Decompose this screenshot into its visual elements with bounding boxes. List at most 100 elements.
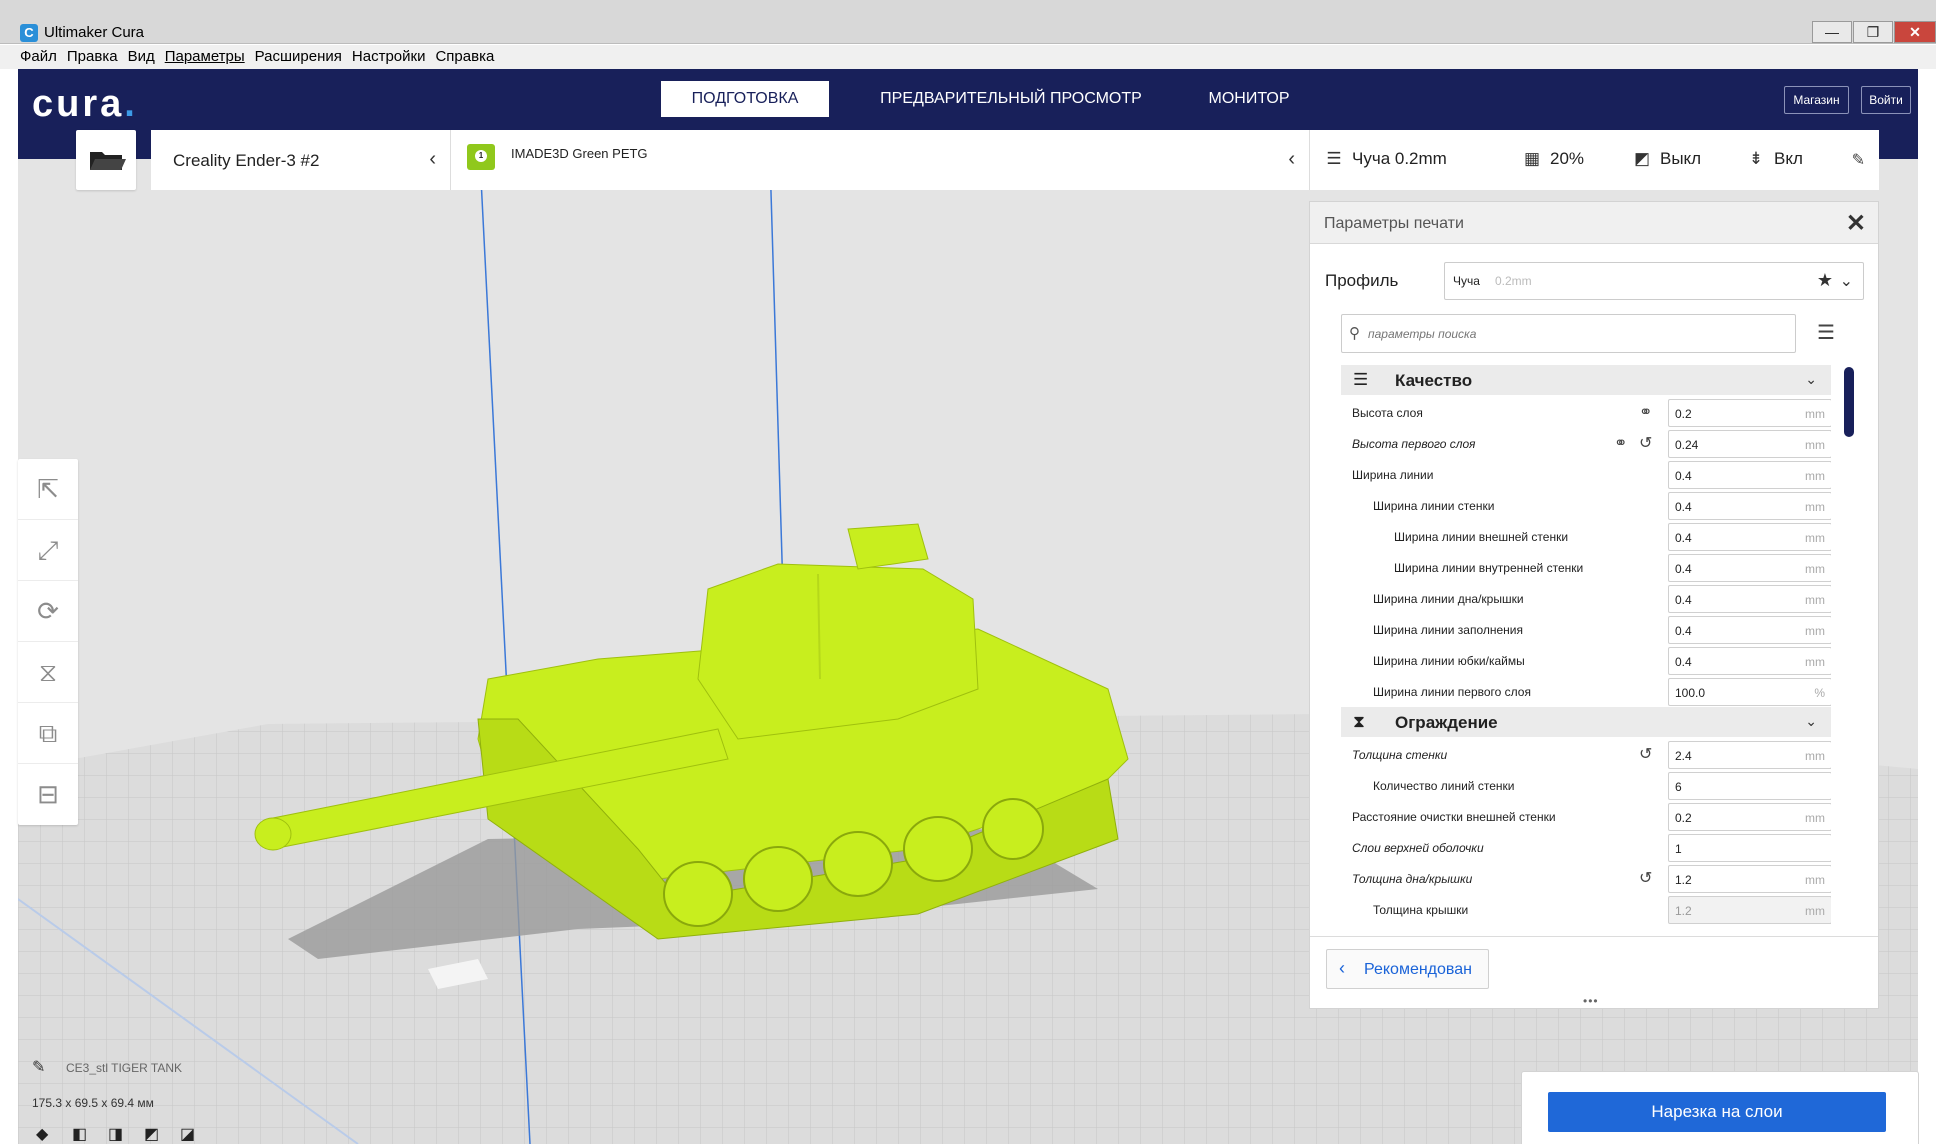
- search-input[interactable]: [1368, 323, 1788, 345]
- setting-value-field[interactable]: 0.4 mm: [1668, 616, 1831, 644]
- open-file-button[interactable]: [76, 130, 136, 190]
- cura-logo-dot: .: [124, 83, 138, 125]
- setting-unit: mm: [1805, 873, 1825, 887]
- recommended-label: Рекомендован: [1364, 961, 1472, 978]
- reset-icon[interactable]: ↺: [1639, 433, 1652, 453]
- star-icon[interactable]: ★: [1817, 270, 1833, 291]
- setting-label: Толщина крышки: [1373, 903, 1469, 917]
- setting-value-field: 1.2 mm: [1668, 896, 1831, 924]
- printer-selector[interactable]: Creality Ender-3 #2 ‹: [151, 130, 451, 190]
- printer-name: Creality Ender-3 #2: [173, 151, 320, 170]
- hamburger-menu-icon[interactable]: ☰: [1817, 320, 1835, 345]
- setting-value-field[interactable]: 1: [1668, 834, 1831, 862]
- setting-label: Расстояние очистки внешней стенки: [1352, 810, 1556, 824]
- setting-label: Слои верхней оболочки: [1352, 841, 1484, 855]
- setting-value: 0.4: [1675, 624, 1692, 638]
- setting-value-field[interactable]: 6: [1668, 772, 1831, 800]
- link-icon[interactable]: ⚭: [1639, 402, 1652, 422]
- material-selector[interactable]: 1 IMADE3D Green PETG ‹: [451, 130, 1309, 190]
- move-tool-icon[interactable]: ⇱: [18, 459, 78, 520]
- mirror-tool-icon[interactable]: ⧖: [18, 642, 78, 703]
- setting-row: Количество линий стенки 6: [1341, 770, 1831, 801]
- setting-value-field[interactable]: 0.4 mm: [1668, 492, 1831, 520]
- menu-file[interactable]: Файл: [20, 45, 57, 69]
- close-icon[interactable]: ✕: [1846, 209, 1866, 238]
- setting-value-field[interactable]: 0.4 mm: [1668, 523, 1831, 551]
- setting-unit: mm: [1805, 624, 1825, 638]
- setting-unit: mm: [1805, 811, 1825, 825]
- setting-value-field[interactable]: 0.4 mm: [1668, 461, 1831, 489]
- extruder-badge-icon: 1: [467, 144, 495, 170]
- setting-value-field[interactable]: 1.2 mm: [1668, 865, 1831, 893]
- tab-monitor[interactable]: МОНИТОР: [1184, 81, 1314, 117]
- print-settings-panel: Параметры печати ✕ Профиль Чуча 0.2mm ★ …: [1309, 201, 1879, 1009]
- setting-label: Высота первого слоя: [1352, 437, 1476, 451]
- panel-resize-handle[interactable]: •••: [1583, 994, 1599, 1008]
- close-window-button[interactable]: ✕: [1894, 21, 1936, 43]
- recommended-button[interactable]: ‹ Рекомендован: [1326, 949, 1489, 989]
- setting-row: Ширина линии юбки/каймы 0.4 mm: [1341, 645, 1831, 676]
- menu-preferences[interactable]: Настройки: [352, 45, 426, 69]
- reset-icon[interactable]: ↺: [1639, 744, 1652, 764]
- setting-unit: mm: [1805, 469, 1825, 483]
- pencil-icon[interactable]: ✎: [1852, 150, 1865, 170]
- link-icon[interactable]: ⚭: [1614, 433, 1627, 453]
- road-wheel: [743, 846, 813, 912]
- tab-preview[interactable]: ПРЕДВАРИТЕЛЬНЫЙ ПРОСМОТР: [861, 81, 1161, 117]
- view-front-icon[interactable]: ◧: [72, 1124, 92, 1143]
- tank-muzzle-brake: [254, 817, 292, 851]
- category-quality[interactable]: ☰ Качество ⌄: [1341, 365, 1831, 395]
- menu-view[interactable]: Вид: [128, 45, 155, 69]
- setting-value-field[interactable]: 0.4 mm: [1668, 585, 1831, 613]
- scale-tool-icon[interactable]: ⤢: [18, 520, 78, 581]
- setting-value-field[interactable]: 0.4 mm: [1668, 647, 1831, 675]
- settings-search[interactable]: ⚲: [1341, 314, 1796, 353]
- menu-settings[interactable]: Параметры: [165, 45, 245, 69]
- setting-unit: mm: [1805, 904, 1825, 918]
- pencil-icon[interactable]: ✎: [32, 1059, 45, 1076]
- chevron-left-icon: ‹: [429, 148, 436, 170]
- setting-value-field[interactable]: 0.2 mm: [1668, 399, 1831, 427]
- setting-value-field[interactable]: 2.4 mm: [1668, 741, 1831, 769]
- reset-icon[interactable]: ↺: [1639, 868, 1652, 888]
- setting-row: Слои верхней оболочки 1: [1341, 832, 1831, 863]
- login-button[interactable]: Войти: [1861, 86, 1911, 114]
- tab-prepare[interactable]: ПОДГОТОВКА: [661, 81, 829, 117]
- view-right-icon[interactable]: ◪: [180, 1124, 200, 1143]
- setting-value: 0.4: [1675, 655, 1692, 669]
- setting-value-field[interactable]: 0.2 mm: [1668, 803, 1831, 831]
- marketplace-button[interactable]: Магазин: [1784, 86, 1849, 114]
- setting-value-field[interactable]: 0.24 mm: [1668, 430, 1831, 458]
- setting-label: Ширина линии внешней стенки: [1394, 530, 1569, 544]
- setting-row: Ширина линии стенки 0.4 mm: [1341, 490, 1831, 521]
- maximize-button[interactable]: ❐: [1853, 21, 1893, 43]
- minimize-button[interactable]: —: [1812, 21, 1852, 43]
- setting-value: 0.2: [1675, 811, 1692, 825]
- menu-extensions[interactable]: Расширения: [255, 45, 342, 69]
- setting-value-field[interactable]: 0.4 mm: [1668, 554, 1831, 582]
- profile-dropdown-layer: 0.2mm: [1495, 274, 1532, 288]
- print-setup-summary[interactable]: ☰ Чуча 0.2mm ▦ 20% ◩ Выкл ⇟ Вкл ✎: [1309, 130, 1879, 190]
- profile-dropdown[interactable]: Чуча 0.2mm ★ ⌄: [1444, 262, 1864, 300]
- setting-value: 0.4: [1675, 562, 1692, 576]
- slice-button[interactable]: Нарезка на слои: [1548, 1092, 1886, 1132]
- folder-icon: [90, 152, 126, 170]
- setting-value-field[interactable]: 100.0%: [1668, 678, 1831, 706]
- settings-scrollbar[interactable]: [1844, 367, 1854, 437]
- per-model-settings-icon[interactable]: ⧉: [18, 703, 78, 764]
- object-info: ✎ CE3_stl TIGER TANK: [32, 1057, 182, 1077]
- infill-summary: ▦ 20%: [1522, 149, 1584, 169]
- category-shell[interactable]: ⧗ Ограждение ⌄: [1341, 707, 1831, 737]
- extruder-number: 1: [475, 150, 487, 162]
- view-left-icon[interactable]: ◩: [144, 1124, 164, 1143]
- setting-label: Ширина линии заполнения: [1373, 623, 1523, 637]
- menu-edit[interactable]: Правка: [67, 45, 118, 69]
- menu-help[interactable]: Справка: [435, 45, 494, 69]
- adhesion-summary: ⇟ Вкл: [1746, 149, 1803, 169]
- rotate-tool-icon[interactable]: ⟳: [18, 581, 78, 642]
- view-top-icon[interactable]: ◨: [108, 1124, 128, 1143]
- setting-value: 1.2: [1675, 904, 1692, 918]
- setting-unit: mm: [1805, 500, 1825, 514]
- view-3d-icon[interactable]: ◆: [36, 1124, 56, 1143]
- support-blocker-icon[interactable]: ⊟: [18, 764, 78, 825]
